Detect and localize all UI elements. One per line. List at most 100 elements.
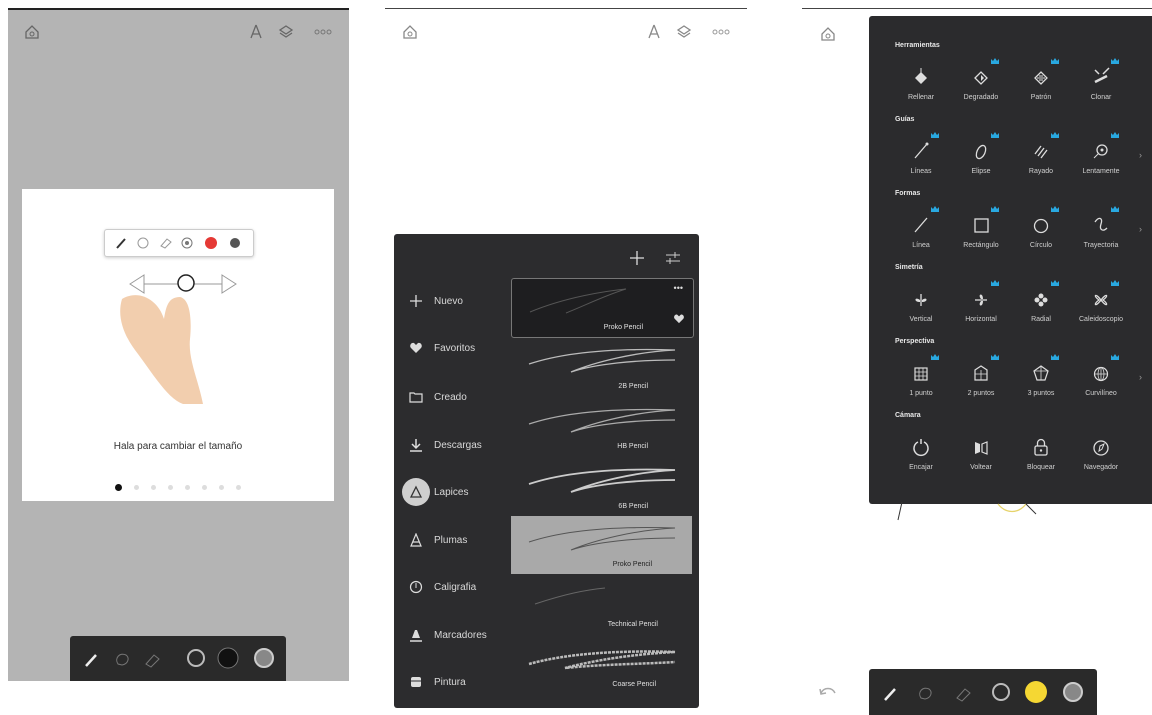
lock-icon — [1034, 438, 1048, 456]
radial-symmetry-icon — [1034, 293, 1048, 307]
tool-navegador[interactable]: Navegador — [1071, 430, 1131, 480]
brush-item[interactable]: Technical Pencil — [511, 576, 692, 634]
brush-item[interactable]: Proko Pencil — [511, 516, 692, 574]
category-marcadores[interactable]: Marcadores — [394, 615, 510, 655]
page-dot[interactable] — [168, 485, 173, 490]
brush-more-button[interactable]: ••• — [674, 283, 683, 293]
category-nuevo[interactable]: Nuevo — [394, 281, 510, 321]
tool-linea[interactable]: Línea — [891, 206, 951, 258]
tool-degradado[interactable]: Degradado — [951, 58, 1011, 110]
category-plumas[interactable]: Plumas — [394, 520, 510, 560]
tool-encajar[interactable]: Encajar — [891, 430, 951, 480]
tool-horizontal[interactable]: Horizontal — [951, 280, 1011, 332]
brush-item[interactable]: 6B Pencil — [511, 458, 692, 516]
tool-circulo[interactable]: Círculo — [1011, 206, 1071, 258]
page-dot[interactable] — [219, 485, 224, 490]
brush-name: 6B Pencil — [618, 503, 648, 510]
category-favoritos[interactable]: Favoritos — [394, 328, 510, 368]
chevron-right-icon[interactable]: › — [1139, 150, 1142, 160]
two-point-perspective-icon — [974, 365, 988, 381]
page-dot[interactable] — [134, 485, 139, 490]
home-icon[interactable] — [820, 26, 836, 42]
tools-menu-panel: Herramientas Rellenar Degradado Patrón C… — [869, 16, 1152, 504]
brush-icon[interactable] — [884, 688, 896, 701]
brush-size-button[interactable] — [187, 649, 205, 667]
tool-lentamente[interactable]: Lentamente — [1071, 132, 1131, 184]
tool-radial[interactable]: Radial — [1011, 280, 1071, 332]
tool-2-puntos[interactable]: 2 puntos — [951, 354, 1011, 406]
tool-rectangulo[interactable]: Rectángulo — [951, 206, 1011, 258]
category-descargas[interactable]: Descargas — [394, 425, 510, 465]
mini-toolbar-illustration — [104, 229, 254, 257]
heart-icon[interactable] — [673, 313, 685, 324]
pen-tip-icon[interactable] — [248, 24, 264, 40]
category-label: Lapices — [434, 486, 469, 498]
brush-icon[interactable] — [85, 654, 97, 667]
chevron-right-icon[interactable]: › — [1139, 372, 1142, 382]
category-label: Marcadores — [434, 629, 487, 641]
top-divider — [385, 8, 747, 9]
navigator-icon — [1093, 440, 1109, 456]
pattern-icon — [1034, 71, 1048, 85]
opacity-button[interactable] — [1063, 682, 1083, 702]
brush-size-button[interactable] — [992, 683, 1010, 701]
kaleidoscope-icon — [1094, 294, 1108, 306]
layers-icon[interactable] — [676, 24, 692, 40]
color-swatch[interactable] — [1025, 681, 1047, 703]
brush-stroke-preview — [528, 348, 676, 373]
category-creado[interactable]: Creado — [394, 377, 510, 417]
page-dot[interactable] — [202, 485, 207, 490]
plus-icon[interactable] — [629, 250, 645, 266]
tool-3-puntos[interactable]: 3 puntos — [1011, 354, 1071, 406]
canvas-sketch-fragment — [897, 501, 1037, 521]
section-herramientas: Herramientas — [895, 42, 940, 49]
tool-caleidoscopio[interactable]: Caleidoscopio — [1071, 280, 1131, 332]
page-dot[interactable] — [115, 484, 122, 491]
color-swatch[interactable] — [217, 647, 239, 669]
chevron-right-icon[interactable]: › — [1139, 224, 1142, 234]
page-dot[interactable] — [151, 485, 156, 490]
brush-stroke-preview — [528, 527, 676, 551]
tool-label: Navegador — [1083, 464, 1119, 471]
brush-item[interactable]: HB Pencil — [511, 398, 692, 456]
page-indicator[interactable] — [22, 482, 334, 494]
tool-curvilineo[interactable]: Curvilíneo — [1071, 354, 1131, 406]
hatching-icon — [1034, 145, 1048, 159]
brush-item[interactable]: Coarse Pencil — [511, 636, 692, 694]
brush-item[interactable]: 2B Pencil — [511, 338, 692, 396]
smudge-icon[interactable] — [919, 687, 932, 700]
more-icon[interactable] — [712, 29, 730, 35]
eraser-icon[interactable] — [956, 688, 971, 702]
marker-icon — [410, 630, 422, 642]
category-lapices[interactable]: Lapices — [394, 472, 510, 512]
calligraphy-icon — [409, 580, 423, 594]
tool-vertical[interactable]: Vertical — [891, 282, 951, 332]
layers-icon[interactable] — [278, 24, 294, 40]
tool-elipse[interactable]: Elipse — [951, 132, 1011, 184]
tool-voltear[interactable]: Voltear — [951, 430, 1011, 480]
smudge-icon[interactable] — [116, 653, 129, 666]
page-dot[interactable] — [185, 485, 190, 490]
pen-tip-icon[interactable] — [646, 24, 662, 40]
tool-rellenar[interactable]: Rellenar — [891, 60, 951, 110]
page-dot[interactable] — [236, 485, 241, 490]
tool-lineas[interactable]: Líneas — [891, 132, 951, 184]
tool-patron[interactable]: Patrón — [1011, 58, 1071, 110]
category-pintura[interactable]: Pintura — [394, 662, 510, 702]
eraser-icon[interactable] — [145, 654, 160, 668]
tool-clonar[interactable]: Clonar — [1071, 58, 1131, 110]
fill-bucket-icon — [915, 68, 927, 84]
opacity-button[interactable] — [254, 648, 274, 668]
category-caligrafia[interactable]: Caligrafia — [394, 567, 510, 607]
tool-bloquear[interactable]: Bloquear — [1011, 430, 1071, 480]
brush-item[interactable]: ••• Proko Pencil — [511, 278, 694, 338]
tool-1-punto[interactable]: 1 punto — [891, 354, 951, 406]
tool-trayectoria[interactable]: Trayectoria — [1071, 206, 1131, 258]
undo-icon[interactable] — [818, 685, 838, 699]
line-guide-icon — [914, 142, 929, 159]
more-icon[interactable] — [314, 29, 332, 35]
sliders-icon[interactable] — [664, 250, 682, 266]
tool-rayado[interactable]: Rayado — [1011, 132, 1071, 184]
home-icon[interactable] — [402, 24, 418, 40]
home-icon[interactable] — [24, 24, 40, 40]
